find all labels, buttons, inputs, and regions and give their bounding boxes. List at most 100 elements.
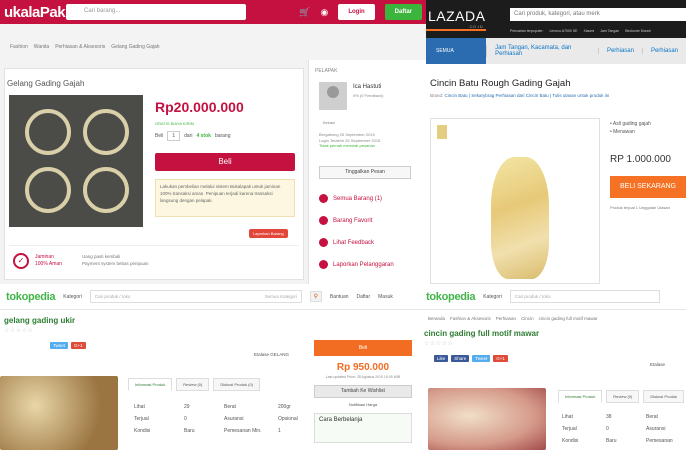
login-button[interactable]: Login xyxy=(338,4,375,20)
etalase-label[interactable]: Etalase GELANG xyxy=(254,352,289,357)
seller-link-all-items[interactable]: Semua Barang (1) xyxy=(319,194,382,203)
list-icon xyxy=(319,194,328,203)
shipping-badge: GRATIS BIAYA KIRIM xyxy=(155,121,194,126)
gplus-button[interactable]: G+1 xyxy=(71,342,86,349)
tab-review[interactable]: Review (0) xyxy=(176,378,210,391)
category-menu[interactable]: Kategori xyxy=(483,294,502,300)
help-link[interactable]: Bantuan xyxy=(330,294,349,300)
product-thumbnail[interactable] xyxy=(437,125,447,139)
seller-header: PELAPAK xyxy=(315,68,338,74)
breadcrumb-item[interactable]: Fashion xyxy=(10,44,28,50)
feature-item: • Asli gading gajah xyxy=(610,121,651,127)
bukalapak-logo[interactable]: ukalaPak xyxy=(4,4,66,21)
breadcrumb-item[interactable]: Perhiasan & Aksesoris xyxy=(55,44,105,50)
category-menu[interactable]: Kategori xyxy=(63,294,82,300)
avatar[interactable] xyxy=(319,82,347,110)
lazada-search-input[interactable]: Cari produk, kategori, atau merk xyxy=(510,8,686,21)
popular-link[interactable]: Beckover Murah xyxy=(625,29,650,33)
product-image[interactable] xyxy=(428,388,546,450)
tweet-button[interactable]: Tweet xyxy=(50,342,69,349)
tab-review[interactable]: Review (0) xyxy=(606,390,640,403)
popular-link[interactable]: Lenovo A7000 SE xyxy=(549,29,577,33)
breadcrumb-item[interactable]: Wanita xyxy=(34,44,49,50)
wishlist-button[interactable]: Tambah Ke Wishlist xyxy=(314,385,412,398)
seller-link-feedback[interactable]: Lihat Feedback xyxy=(319,238,374,247)
login-link[interactable]: Masuk xyxy=(378,294,393,300)
product-image[interactable] xyxy=(430,118,600,284)
cart-icon[interactable]: 🛒 xyxy=(299,7,310,18)
flag-icon xyxy=(319,260,328,269)
lazada-logo[interactable]: LAZADA .CO.ID xyxy=(428,8,485,29)
info-key: Pemesanan xyxy=(646,438,673,444)
report-button[interactable]: Laporkan Barang xyxy=(249,229,288,238)
stock-suffix: barang xyxy=(214,133,231,139)
info-key: Asuransi xyxy=(646,426,666,432)
info-key: Kondisi xyxy=(134,428,151,434)
buy-button[interactable]: Beli xyxy=(155,153,295,171)
info-key: Terjual xyxy=(134,416,149,422)
product-image[interactable] xyxy=(0,376,118,450)
tokopedia-header: tokopedia Kategori Cari produk / toko xyxy=(420,284,686,310)
breadcrumb-item[interactable]: Cincin xyxy=(521,316,534,321)
search-icon[interactable]: ⚲ xyxy=(309,291,322,302)
breadcrumb-item[interactable]: Fashion & Aksesoris xyxy=(450,316,491,321)
tokopedia-search-input[interactable]: Cari produk / toko xyxy=(509,290,660,303)
share-bar: Like Share Tweet G+1 xyxy=(420,347,686,362)
info-key: Asuransi xyxy=(224,416,244,422)
buy-now-button[interactable]: BELI SEKARANG xyxy=(610,176,686,198)
info-key: Berat xyxy=(646,414,658,420)
seller-link-favorites[interactable]: Barang Favorit xyxy=(319,216,372,225)
search-placeholder: Cari produk / toko xyxy=(514,294,551,299)
category-link[interactable]: Perhiasan xyxy=(597,48,642,54)
tab-discussion[interactable]: Diskusi Produk xyxy=(643,390,685,403)
tokopedia-logo[interactable]: tokopedia xyxy=(426,291,476,303)
bangle-shape xyxy=(25,109,71,155)
gplus-button[interactable]: G+1 xyxy=(493,355,508,362)
feature-list: • Asli gading gajah • Menawan xyxy=(610,120,651,136)
camera-icon[interactable]: ◉ xyxy=(320,7,328,18)
seller-name[interactable]: Ica Hastuti xyxy=(353,84,381,90)
popular-link[interactable]: Jam Tangan xyxy=(600,29,619,33)
breadcrumb: Fashion Wanita Perhiasan & Aksesoris Gel… xyxy=(0,24,426,50)
all-categories-button[interactable]: SEMUA KATEGORI xyxy=(426,38,487,80)
purchase-panel: Beli Rp 950.000 Last updated Price: 28 A… xyxy=(314,340,412,450)
tab-product-info[interactable]: Informasi Produk xyxy=(558,390,603,403)
category-link[interactable]: Jam Tangan, Kacamata, dan Perhiasan xyxy=(486,45,598,57)
info-value: Opsional xyxy=(278,416,298,422)
info-key: Pemesanan Min. xyxy=(224,428,262,434)
bukalapak-search-input[interactable]: Cari barang... xyxy=(66,4,246,20)
breadcrumb-item: cincin gading full motif mawar xyxy=(538,316,598,321)
seller-feedback[interactable]: 0% (0 Feedback) xyxy=(353,93,383,98)
register-button[interactable]: Daftar xyxy=(384,4,422,20)
category-link[interactable]: Perhiasan xyxy=(641,48,686,54)
tab-product-info[interactable]: Informasi Produk xyxy=(128,378,173,391)
popular-link[interactable]: Xiaomi xyxy=(584,29,595,33)
message-button[interactable]: Tinggalkan Pesan xyxy=(319,166,411,179)
tokopedia-search-input[interactable]: Cari produk / toko Semua Kategori xyxy=(89,290,302,303)
brand-link[interactable]: Cincin Batu | Sekarybrag Perhiasan dari … xyxy=(445,93,610,98)
tab-discussion[interactable]: Diskusi Produk (0) xyxy=(213,378,261,391)
register-link[interactable]: Daftar xyxy=(357,294,371,300)
share-button[interactable]: Share xyxy=(451,355,470,362)
tokopedia-logo[interactable]: tokopedia xyxy=(6,291,56,303)
product-image[interactable] xyxy=(9,95,143,227)
product-price: RP 1.000.000 xyxy=(610,154,671,165)
price-notification-link[interactable]: Notifikasi Harga xyxy=(314,398,412,407)
bangle-shape xyxy=(83,109,129,155)
like-button[interactable]: Like xyxy=(434,355,449,362)
info-value: Baru xyxy=(184,428,195,434)
tweet-button[interactable]: Tweet xyxy=(472,355,491,362)
breadcrumb-item[interactable]: Beranda xyxy=(428,316,445,321)
lazada-panel: LAZADA .CO.ID Cari produk, kategori, atau… xyxy=(426,0,686,284)
brand-label: Brand: xyxy=(430,93,444,98)
stock-prefix: dari xyxy=(184,133,193,139)
breadcrumb-item[interactable]: Perhiasan xyxy=(496,316,516,321)
quantity-select[interactable]: 1 xyxy=(167,131,181,141)
etalase-label[interactable]: Etalase xyxy=(650,362,665,367)
seller-link-label: Semua Barang (1) xyxy=(333,195,383,202)
product-tabs: Informasi Produk Review (0) Diskusi Prod… xyxy=(128,378,261,391)
search-scope-select[interactable]: Semua Kategori xyxy=(265,294,297,299)
buy-button[interactable]: Beli xyxy=(314,340,412,356)
how-to-shop-banner[interactable]: Cara Berbelanja xyxy=(314,413,412,443)
seller-link-report[interactable]: Laporkan Pelanggaran xyxy=(319,260,394,269)
